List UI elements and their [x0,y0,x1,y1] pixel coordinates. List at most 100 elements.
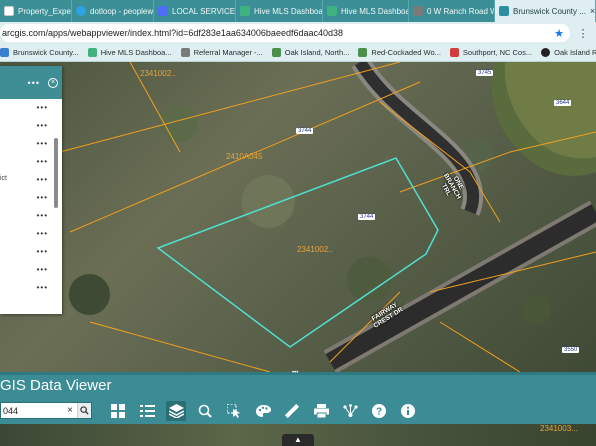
bookmark-brunswick-county[interactable]: Brunswick County... [0,48,79,57]
browser-window: Property_Expense... × dotloop - peoplew … [0,0,596,446]
bookmark-favicon-icon [358,48,368,57]
bookmark-label: Oak Island, North... [284,48,350,57]
clear-search-icon[interactable]: × [67,405,73,416]
parcel-number-label: 2341002.. [297,245,333,254]
address-label: 3644 [554,100,572,106]
panel-row[interactable]: ••• [0,189,62,207]
bookmark-label: Brunswick County... [13,48,79,57]
select-icon[interactable] [224,401,244,421]
row-menu-icon[interactable]: ••• [37,265,48,274]
bookmarks-bar: Brunswick County... Hive MLS Dashboa... … [0,44,596,62]
app-title: GIS Data Viewer [0,377,112,394]
road-fairway-asphalt [325,204,596,370]
panel-row[interactable]: ••• [0,207,62,225]
url-field[interactable]: arcgis.com/apps/webappviewer/index.html?… [0,24,570,42]
panel-close-icon[interactable]: × [48,77,58,88]
tab-title: 0 W Ranch Road W [427,6,495,16]
browser-menu-icon[interactable]: ⋮ [570,27,596,40]
bookmark-favicon-icon [0,48,9,57]
bookmark-hive-mls[interactable]: Hive MLS Dashboa... [87,48,172,57]
panel-menu-icon[interactable]: ••• [28,78,40,88]
tab-title: LOCAL SERVICE PR [172,6,236,16]
row-menu-icon[interactable]: ••• [37,247,48,256]
about-icon[interactable] [398,401,418,421]
row-menu-icon[interactable]: ••• [37,229,48,238]
bookmark-label: Hive MLS Dashboa... [100,48,172,57]
print-icon[interactable] [311,401,331,421]
row-menu-icon[interactable]: ••• [37,157,48,166]
share-icon[interactable] [340,401,360,421]
tab-local-service[interactable]: LOCAL SERVICE PR × [154,0,236,22]
row-menu-icon[interactable]: ••• [37,211,48,220]
map-overlay [59,62,596,372]
query-icon[interactable] [195,401,215,421]
map-view[interactable]: 2341002.. 2410A045 2341002.. 3745 3744 3… [0,62,596,372]
search-value: 044 [3,405,19,416]
bookmark-referral-manager[interactable]: Referral Manager -... [180,48,263,57]
tab-title: Brunswick County ... [513,6,586,16]
tab-brunswick-county[interactable]: Brunswick County ... × [495,0,596,22]
address-bar: arcgis.com/apps/webappviewer/index.html?… [0,22,596,44]
bookmark-oak-island-restaurants[interactable]: Oak Island Restaur... [541,48,596,57]
row-menu-icon[interactable]: ••• [37,139,48,148]
address-label: 3550 [562,347,580,353]
address-label: 3744 [358,214,376,220]
measure-icon[interactable] [282,401,302,421]
panel-header: ••• × [0,66,62,99]
tab-favicon-icon [158,6,168,16]
tab-hive-mls-1[interactable]: Hive MLS Dashboar × [236,0,323,22]
tab-dotloop[interactable]: dotloop - peoplew × [72,0,154,22]
tab-ranch-road[interactable]: 0 W Ranch Road W × [409,0,495,22]
basemap-gallery-icon[interactable] [108,401,128,421]
panel-row[interactable]: ••• [0,243,62,261]
tab-hive-mls-2[interactable]: Hive MLS Dashboa × [323,0,409,22]
bookmark-favicon-icon [87,48,97,57]
layer-list-icon[interactable] [166,401,186,421]
search-input[interactable]: 044 × [0,402,92,419]
bookmark-favicon-icon [180,48,190,57]
widget-toolbar: ? [108,401,427,421]
panel-row[interactable]: ••• [0,225,62,243]
row-menu-icon[interactable]: ••• [37,175,48,184]
panel-row[interactable]: ••• [0,135,62,153]
panel-row[interactable]: ••• [0,261,62,279]
parcel-number-label: 2341003... [540,424,578,433]
tab-title: Property_Expense... [18,6,71,16]
panel-row[interactable]: ••• [0,153,62,171]
bookmark-southport[interactable]: Southport, NC Cos... [449,48,533,57]
panel-row[interactable]: ••• [0,279,62,297]
bookmark-label: Red-Cockaded Wo... [371,48,441,57]
row-menu-icon[interactable]: ••• [37,103,48,112]
address-label: 3744 [296,128,314,134]
tab-favicon-icon [4,6,14,16]
bookmark-label: Referral Manager -... [193,48,263,57]
panel-scrollbar[interactable] [54,138,58,208]
row-text: ict [0,175,7,182]
tab-favicon-icon [327,6,337,16]
tab-favicon-icon [76,6,86,16]
results-panel: ••• × ••• ••• ••• ••• ict ••• ••• ••• ••… [0,66,62,314]
bookmark-favicon-icon [271,48,281,57]
symbology-icon[interactable] [253,401,273,421]
bookmark-red-cockaded[interactable]: Red-Cockaded Wo... [358,48,441,57]
panel-row[interactable]: ict ••• [0,171,62,189]
help-icon[interactable]: ? [369,401,389,421]
bookmark-star-icon[interactable]: ★ [554,27,564,40]
row-menu-icon[interactable]: ••• [37,283,48,292]
row-menu-icon[interactable]: ••• [37,121,48,130]
panel-row[interactable]: ••• [0,117,62,135]
search-icon[interactable] [77,403,91,418]
bookmark-oak-island[interactable]: Oak Island, North... [271,48,350,57]
tab-property-expense[interactable]: Property_Expense... × [0,0,72,22]
tab-title: Hive MLS Dashboar [254,6,323,16]
row-menu-icon[interactable]: ••• [37,193,48,202]
legend-icon[interactable] [137,401,157,421]
close-tab-icon[interactable]: × [586,6,595,16]
bookmark-label: Southport, NC Cos... [462,48,533,57]
tab-strip: Property_Expense... × dotloop - peoplew … [0,0,596,22]
expand-panel-icon[interactable]: ▲ [282,434,314,446]
panel-row[interactable]: ••• [0,99,62,117]
tab-favicon-icon [499,6,509,16]
bookmark-label: Oak Island Restaur... [554,48,596,57]
map-bottom-strip: 2341003... ▲ [0,424,596,446]
